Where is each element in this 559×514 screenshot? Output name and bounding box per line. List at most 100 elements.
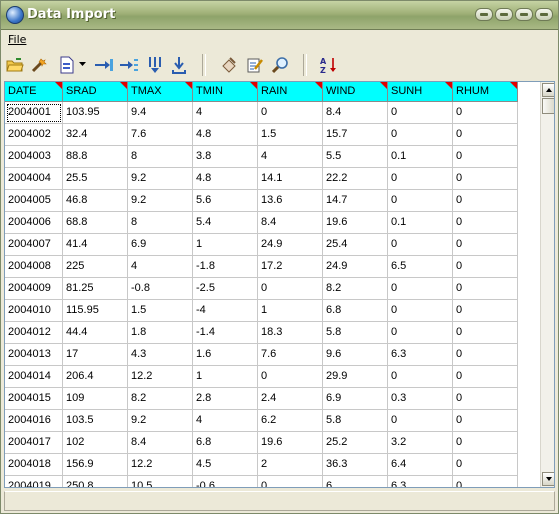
cell-date[interactable]: 2004008: [5, 256, 63, 278]
table-row[interactable]: 2004002 32.4 7.6 4.8 1.5 15.7 0 0: [5, 124, 539, 146]
cell-srad[interactable]: 44.4: [63, 322, 128, 344]
cell-date[interactable]: 2004016: [5, 410, 63, 432]
cell-rhum[interactable]: 0: [453, 212, 518, 234]
cell-tmin[interactable]: 4: [193, 410, 258, 432]
cell-sunh[interactable]: 6.4: [388, 454, 453, 476]
cell-wind[interactable]: 22.2: [323, 168, 388, 190]
cell-tmax[interactable]: -0.8: [128, 278, 193, 300]
cell-srad[interactable]: 250.8: [63, 476, 128, 487]
cell-sunh[interactable]: 0.1: [388, 146, 453, 168]
cell-rhum[interactable]: 0: [453, 278, 518, 300]
cell-tmax[interactable]: 8: [128, 212, 193, 234]
table-row[interactable]: 2004017 102 8.4 6.8 19.6 25.2 3.2 0: [5, 432, 539, 454]
title-bar[interactable]: Data Import: [1, 1, 558, 30]
cell-rhum[interactable]: 0: [453, 432, 518, 454]
cell-wind[interactable]: 36.3: [323, 454, 388, 476]
cell-date[interactable]: 2004013: [5, 344, 63, 366]
table-row[interactable]: 2004005 46.8 9.2 5.6 13.6 14.7 0 0: [5, 190, 539, 212]
cell-rhum[interactable]: 0: [453, 322, 518, 344]
cell-rain[interactable]: 17.2: [258, 256, 323, 278]
cell-wind[interactable]: 8.4: [323, 102, 388, 124]
insert-column-icon[interactable]: [119, 55, 139, 75]
cell-tmin[interactable]: 4.8: [193, 124, 258, 146]
table-row[interactable]: 2004014 206.4 12.2 1 0 29.9 0 0: [5, 366, 539, 388]
add-column-icon[interactable]: [94, 55, 114, 75]
table-row[interactable]: 2004015 109 8.2 2.8 2.4 6.9 0.3 0: [5, 388, 539, 410]
table-row[interactable]: 2004001 103.95 9.4 4 0 8.4 0 0: [5, 102, 539, 124]
cell-tmax[interactable]: 9.2: [128, 410, 193, 432]
cell-tmax[interactable]: 1.5: [128, 300, 193, 322]
cell-date[interactable]: 2004006: [5, 212, 63, 234]
find-icon[interactable]: [271, 55, 291, 75]
cell-srad[interactable]: 206.4: [63, 366, 128, 388]
cell-sunh[interactable]: 3.2: [388, 432, 453, 454]
maximize-button[interactable]: [515, 8, 533, 21]
cell-date[interactable]: 2004015: [5, 388, 63, 410]
cell-date[interactable]: 2004003: [5, 146, 63, 168]
restore-button[interactable]: [495, 8, 513, 21]
table-row[interactable]: 2004016 103.5 9.2 4 6.2 5.8 0 0: [5, 410, 539, 432]
cell-srad[interactable]: 225: [63, 256, 128, 278]
column-header-date[interactable]: DATE: [5, 82, 63, 102]
cell-tmax[interactable]: 8.4: [128, 432, 193, 454]
table-row[interactable]: 2004013 17 4.3 1.6 7.6 9.6 6.3 0: [5, 344, 539, 366]
table-row[interactable]: 2004006 68.8 8 5.4 8.4 19.6 0.1 0: [5, 212, 539, 234]
cell-srad[interactable]: 32.4: [63, 124, 128, 146]
column-header-tmax[interactable]: TMAX: [128, 82, 193, 102]
cell-srad[interactable]: 46.8: [63, 190, 128, 212]
cell-wind[interactable]: 8.2: [323, 278, 388, 300]
scroll-thumb[interactable]: [542, 98, 554, 114]
cell-date[interactable]: 2004004: [5, 168, 63, 190]
cell-date[interactable]: 2004007: [5, 234, 63, 256]
cell-srad[interactable]: 103.95: [63, 102, 128, 124]
cell-date[interactable]: 2004005: [5, 190, 63, 212]
cell-rhum[interactable]: 0: [453, 124, 518, 146]
table-row[interactable]: 2004019 250.8 10.5 -0.6 0 6 6.3 0: [5, 476, 539, 487]
cell-srad[interactable]: 81.25: [63, 278, 128, 300]
cell-rhum[interactable]: 0: [453, 146, 518, 168]
cell-srad[interactable]: 109: [63, 388, 128, 410]
data-grid[interactable]: DATE SRAD TMAX TMIN RAIN WIND SUNH RHUM 2004001…: [4, 81, 555, 488]
menu-file[interactable]: File: [8, 33, 26, 46]
cell-wind[interactable]: 6.8: [323, 300, 388, 322]
clear-icon[interactable]: [219, 55, 239, 75]
cell-rhum[interactable]: 0: [453, 454, 518, 476]
cell-sunh[interactable]: 0: [388, 366, 453, 388]
cell-sunh[interactable]: 0.3: [388, 388, 453, 410]
cell-date[interactable]: 2004017: [5, 432, 63, 454]
cell-srad[interactable]: 115.95: [63, 300, 128, 322]
cell-tmax[interactable]: 8.2: [128, 388, 193, 410]
cell-tmax[interactable]: 12.2: [128, 366, 193, 388]
import-file-icon[interactable]: [57, 55, 77, 75]
cell-tmin[interactable]: 3.8: [193, 146, 258, 168]
cell-rhum[interactable]: 0: [453, 190, 518, 212]
cell-rain[interactable]: 1.5: [258, 124, 323, 146]
cell-tmin[interactable]: -2.5: [193, 278, 258, 300]
cell-wind[interactable]: 29.9: [323, 366, 388, 388]
cell-rhum[interactable]: 0: [453, 102, 518, 124]
cell-srad[interactable]: 156.9: [63, 454, 128, 476]
sort-az-icon[interactable]: AZ: [319, 55, 339, 75]
cell-wind[interactable]: 5.8: [323, 410, 388, 432]
cell-tmin[interactable]: 5.4: [193, 212, 258, 234]
cell-wind[interactable]: 14.7: [323, 190, 388, 212]
cell-sunh[interactable]: 6.5: [388, 256, 453, 278]
column-header-rhum[interactable]: RHUM: [453, 82, 518, 102]
table-row[interactable]: 2004007 41.4 6.9 1 24.9 25.4 0 0: [5, 234, 539, 256]
scroll-down-button[interactable]: [542, 472, 554, 486]
cell-rhum[interactable]: 0: [453, 410, 518, 432]
cell-rain[interactable]: 0: [258, 476, 323, 487]
cell-tmin[interactable]: 1: [193, 234, 258, 256]
cell-tmin[interactable]: 5.6: [193, 190, 258, 212]
cell-tmax[interactable]: 8: [128, 146, 193, 168]
cell-date[interactable]: 2004001: [5, 102, 63, 124]
cell-wind[interactable]: 9.6: [323, 344, 388, 366]
cell-rhum[interactable]: 0: [453, 388, 518, 410]
cell-srad[interactable]: 41.4: [63, 234, 128, 256]
cell-tmin[interactable]: 4.5: [193, 454, 258, 476]
table-row[interactable]: 2004018 156.9 12.2 4.5 2 36.3 6.4 0: [5, 454, 539, 476]
cell-tmin[interactable]: 4: [193, 102, 258, 124]
column-header-tmin[interactable]: TMIN: [193, 82, 258, 102]
cell-srad[interactable]: 17: [63, 344, 128, 366]
cell-tmin[interactable]: 1.6: [193, 344, 258, 366]
